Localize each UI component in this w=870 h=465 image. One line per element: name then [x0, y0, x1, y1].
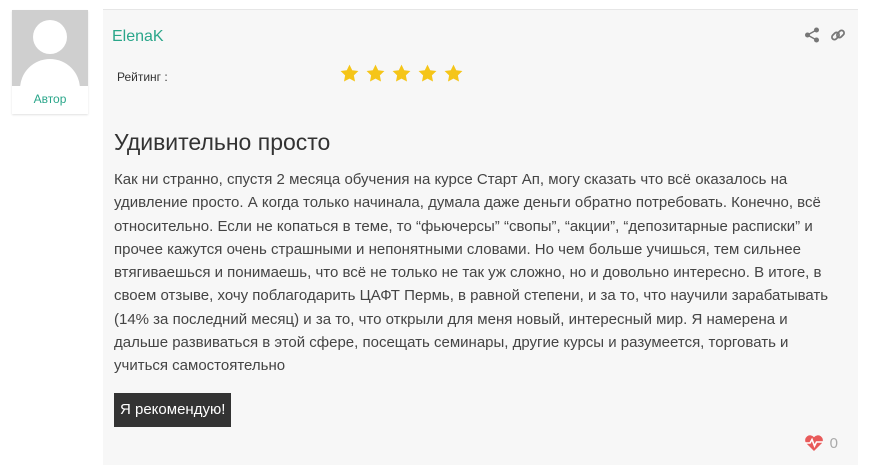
author-card: Автор	[12, 10, 88, 114]
like-count: 0	[829, 434, 838, 452]
star-icon	[392, 64, 411, 82]
heart-pulse-icon[interactable]	[804, 434, 824, 452]
like-control[interactable]: 0	[804, 434, 838, 452]
author-name[interactable]: ElenaK	[112, 28, 164, 46]
author-role-label: Автор	[33, 92, 67, 106]
review-title: Удивительно просто	[114, 129, 331, 155]
review-text: Как ни странно, спустя 2 месяца обучения…	[114, 171, 829, 375]
star-icon	[418, 64, 437, 82]
star-icon	[444, 64, 463, 82]
recommend-button[interactable]: Я рекомендую!	[114, 393, 232, 427]
rating-stars	[339, 63, 464, 84]
star-icon	[366, 64, 385, 82]
rating-label: Рейтинг :	[117, 70, 168, 84]
review-card: ElenaK Рейтинг : Удивительно просто Как …	[103, 9, 858, 465]
link-icon[interactable]	[830, 27, 846, 43]
share-icon[interactable]	[804, 27, 820, 43]
star-icon	[340, 64, 359, 82]
review-actions	[804, 27, 846, 43]
user-avatar-icon	[12, 10, 88, 86]
